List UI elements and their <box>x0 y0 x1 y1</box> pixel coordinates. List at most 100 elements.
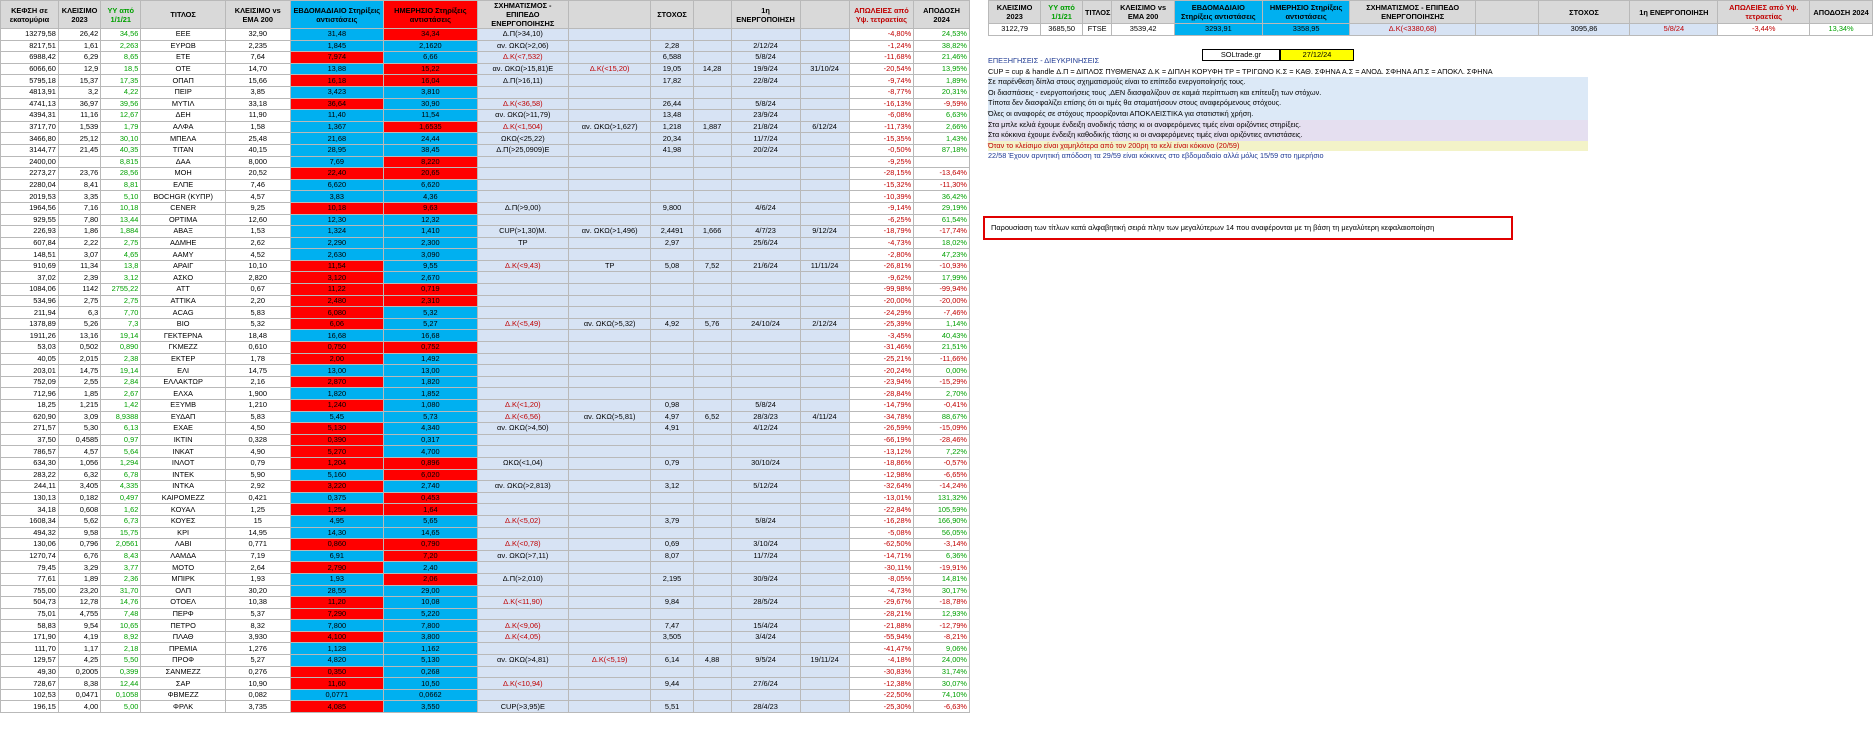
table-cell: ΜΠΙΡΚ <box>140 572 226 586</box>
table-cell: 5,62 <box>57 514 102 528</box>
table-row: 77,61 1,89 2,36 ΜΠΙΡΚ 1,93 1,93 2,06 Δ.Π(>2,010… <box>0 572 970 586</box>
table-cell: ΕΛΧΑ <box>140 387 226 400</box>
header-cell: ΑΠΟΔΟΣΗ 2024 <box>913 0 970 29</box>
table-cell: -41,47% <box>848 642 915 656</box>
table-cell: ΚΑΙΡΟΜΕΖΖ <box>140 491 226 505</box>
table-cell <box>567 178 652 192</box>
table-cell <box>567 132 652 145</box>
table-cell: ΜΟΗ <box>140 167 226 180</box>
table-cell: 5/8/24 <box>730 97 801 111</box>
table-cell: 13279,58 <box>0 28 59 41</box>
table-cell: 10,18 <box>100 201 142 215</box>
table-cell: 3,405 <box>57 480 102 493</box>
table-cell: 1608,34 <box>0 514 59 528</box>
table-cell <box>799 306 850 319</box>
table-cell: 3,220 <box>289 480 385 493</box>
table-cell: -3,14% <box>913 538 970 551</box>
table-cell: 34,18 <box>0 503 59 516</box>
table-cell: 1,162 <box>383 642 478 656</box>
table-cell: -12,38% <box>848 677 915 690</box>
table-cell: -22,50% <box>848 688 915 702</box>
table-cell: 6,620 <box>383 178 478 192</box>
table-cell: 3,735 <box>224 700 291 714</box>
table-cell <box>567 143 652 157</box>
table-cell: 0,771 <box>224 538 291 551</box>
table-row: 1911,26 13,16 19,14 ΓΕΚΤΕΡΝΑ 18,48 16,68 16,68… <box>0 329 970 343</box>
table-cell: 283,22 <box>0 468 59 482</box>
table-cell: 1,85 <box>57 387 102 400</box>
table-cell <box>692 213 732 227</box>
table-cell: -4,80% <box>848 28 915 41</box>
header-cell: ΣΤΟΧΟΣ <box>650 0 694 29</box>
table-cell: 4394,31 <box>0 109 59 122</box>
table-cell: 8,9388 <box>100 410 142 424</box>
table-cell: αν. ΩΚΩ(>2,06) <box>476 39 569 53</box>
table-cell: 3,83 <box>289 190 385 203</box>
table-cell: 6,73 <box>100 514 142 528</box>
table-cell: 11,20 <box>289 596 385 609</box>
table-cell: 30/9/24 <box>730 572 801 586</box>
table-cell <box>476 503 569 516</box>
table-cell: 2,820 <box>224 271 291 285</box>
table-row: 102,53 0,0471 0,1058 ΦΒΜΕΖΖ 0,082 0,0771 0,066… <box>0 688 970 702</box>
table-cell: 1,240 <box>289 399 385 412</box>
table-cell <box>692 167 732 180</box>
table-cell <box>799 619 850 632</box>
table-cell: 1,78 <box>224 352 291 366</box>
table-cell <box>567 213 652 227</box>
table-cell <box>799 630 850 644</box>
table-cell <box>476 433 569 447</box>
table-cell: 0,98 <box>650 399 694 412</box>
table-cell <box>567 109 652 122</box>
table-cell <box>692 39 732 53</box>
table-cell: CENER <box>140 201 226 215</box>
table-row: 111,70 1,17 2,18 ΠΡΕΜΙΑ 1,276 1,128 1,162 -41,4… <box>0 642 970 656</box>
table-cell <box>567 236 652 250</box>
table-cell: 5,10 <box>100 190 142 203</box>
table-cell: 5,73 <box>383 410 478 424</box>
table-cell <box>799 456 850 470</box>
table-cell: 5/12/24 <box>730 480 801 493</box>
table-cell <box>692 422 732 435</box>
table-cell <box>650 688 694 702</box>
table-cell: 2,38 <box>100 352 142 366</box>
ftse-header-cell: ΕΒΔΟΜΑΔΙΑΙΟ Στηρίξεις αντιστάσεις <box>1173 0 1263 24</box>
table-cell: 5,27 <box>383 317 478 331</box>
table-cell: -22,84% <box>848 503 915 516</box>
table-cell <box>799 677 850 690</box>
table-row: 8217,51 1,61 2,263 ΕΥΡΩΒ 2,235 1,845 2,1620 αν.… <box>0 39 970 53</box>
table-cell <box>799 607 850 621</box>
table-cell: -31,46% <box>848 341 915 354</box>
table-cell: 0,79 <box>650 456 694 470</box>
table-cell: 4,820 <box>289 654 385 667</box>
table-cell: ΣΑΡ <box>140 677 226 690</box>
table-cell <box>567 422 652 435</box>
ftse-cell: Δ.Κ(<3380,68) <box>1349 23 1476 36</box>
table-cell: ΕΕΕ <box>140 28 226 41</box>
table-cell <box>650 213 694 227</box>
table-cell <box>692 132 732 145</box>
table-cell: 13,95% <box>913 62 970 76</box>
table-cell <box>567 97 652 111</box>
table-cell: 1,86 <box>57 225 102 238</box>
table-cell: 8217,51 <box>0 39 59 53</box>
table-cell: 4,57 <box>224 190 291 203</box>
table-cell: -6,63% <box>913 700 970 714</box>
table-cell: BOCHGR (ΚΥΠΡ) <box>140 190 226 203</box>
table-cell: 16,68 <box>289 329 385 343</box>
table-cell: 1,25 <box>224 503 291 516</box>
table-cell <box>730 607 801 621</box>
table-cell: 5,32 <box>383 306 478 319</box>
table-cell: 1964,56 <box>0 201 59 215</box>
table-cell: 0,375 <box>289 491 385 505</box>
table-cell: 2,740 <box>383 480 478 493</box>
table-cell: 2019,53 <box>0 190 59 203</box>
table-cell: 1,294 <box>100 456 142 470</box>
table-cell: 0,719 <box>383 283 478 296</box>
table-cell: 4,52 <box>224 248 291 261</box>
table-cell: 5,08 <box>650 259 694 273</box>
table-cell: 6,588 <box>650 51 694 64</box>
table-cell: Δ.Κ(<4,05) <box>476 630 569 644</box>
table-cell: -15,29% <box>913 375 970 389</box>
table-cell: 1,6535 <box>383 120 478 134</box>
